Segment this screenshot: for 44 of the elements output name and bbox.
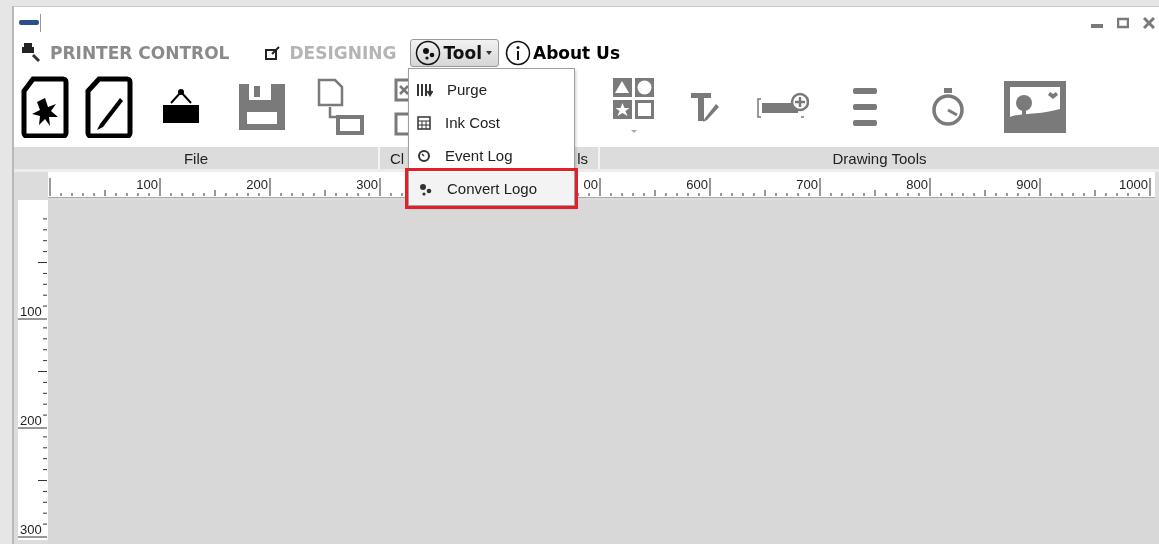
ruler-label: 600 (686, 177, 708, 192)
ruler-label: 1000 (1119, 177, 1148, 192)
image-icon[interactable] (1004, 81, 1066, 133)
new-file-icon[interactable] (20, 76, 69, 138)
menu-item-label: Ink Cost (445, 114, 501, 131)
export-image-icon[interactable] (316, 77, 366, 137)
info-icon (504, 40, 531, 66)
ruler-label: 200 (20, 413, 42, 428)
group-label: Cl (390, 149, 405, 167)
maximize-icon[interactable] (1117, 17, 1129, 29)
caret-icon (483, 49, 494, 57)
ruler-label: 300 (356, 177, 378, 192)
menu-item[interactable]: Event Log (409, 139, 574, 172)
about-link[interactable]: About Us (504, 40, 621, 66)
menu-item[interactable]: Ink Cost (409, 106, 574, 139)
ruler-label: 100 (136, 177, 158, 192)
clock-icon (417, 148, 431, 163)
menu-item-label: Purge (447, 81, 488, 98)
about-label: About Us (532, 43, 621, 63)
close-icon[interactable] (1143, 17, 1155, 29)
menu-item-label: Event Log (445, 147, 513, 164)
stopwatch-icon[interactable] (930, 87, 965, 127)
group-label: Drawing Tools (832, 149, 927, 167)
save-icon[interactable] (236, 82, 287, 132)
ruler-label: 700 (796, 177, 818, 192)
ruler-label: 800 (906, 177, 928, 192)
edit-file-icon[interactable] (85, 76, 133, 138)
align-icon[interactable] (852, 87, 878, 127)
printer-icon (20, 42, 42, 64)
menu-item-label: Convert Logo (447, 180, 538, 197)
bars-arrow-icon (417, 82, 433, 97)
menu-item[interactable]: Purge (409, 73, 574, 106)
text-edit-icon[interactable] (688, 91, 719, 123)
group-label: File (183, 149, 209, 167)
ruler-label: 100 (20, 304, 42, 319)
ruler-label: 300 (20, 522, 42, 537)
tool-menu-button[interactable]: Tool (410, 39, 499, 67)
group-label: ls (577, 149, 588, 167)
calculator-icon (417, 115, 431, 130)
divider (40, 14, 42, 32)
ruler-label: 900 (1016, 177, 1038, 192)
edit-box-icon (265, 46, 282, 60)
ruler-label: 200 (246, 177, 268, 192)
ruler-label: 00 (583, 177, 598, 192)
